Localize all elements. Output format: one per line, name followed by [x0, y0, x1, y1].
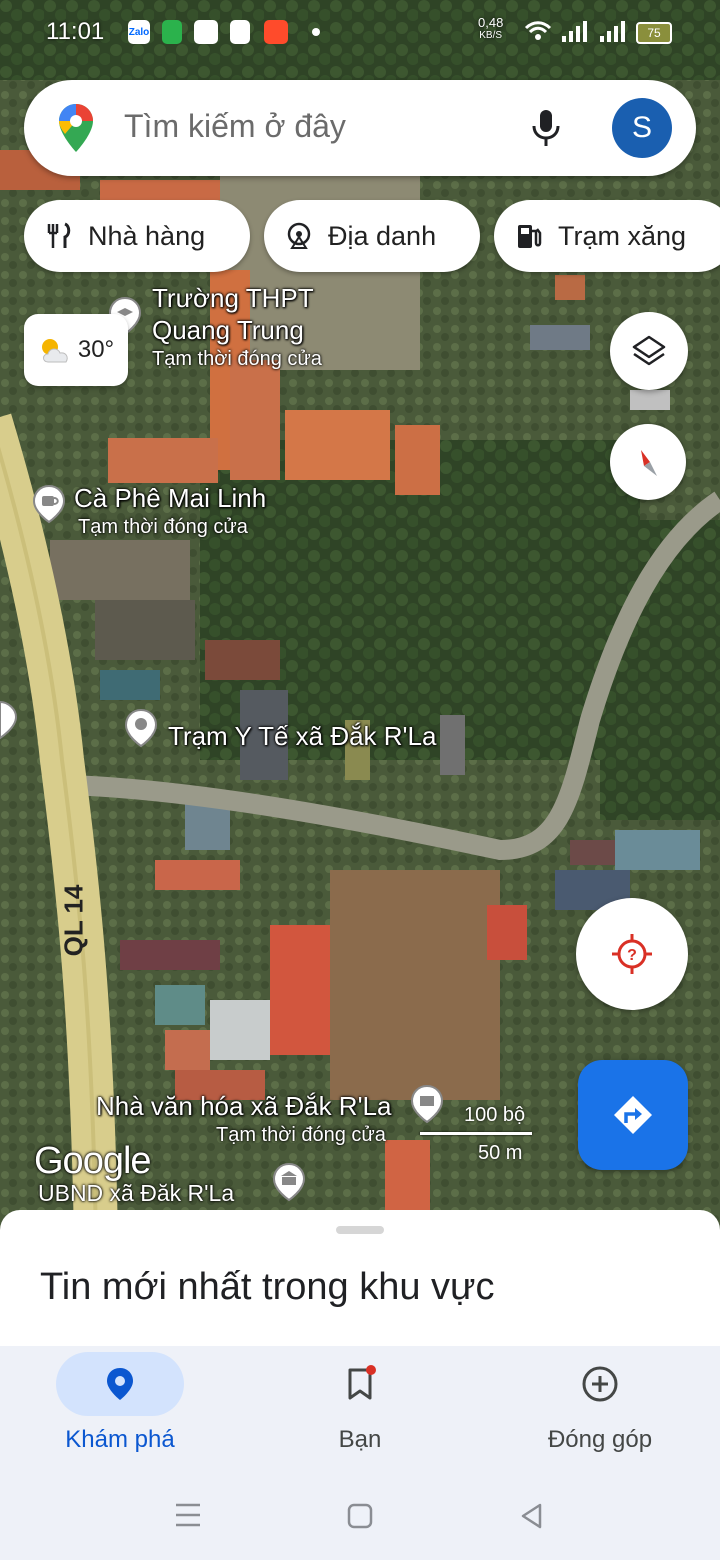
- system-navigation-bar: [0, 1466, 720, 1560]
- sheet-drag-handle[interactable]: [336, 1226, 384, 1234]
- chip-restaurants-label: Nhà hàng: [88, 220, 206, 251]
- google-logo: Google: [34, 1140, 152, 1182]
- scale-metric: 50 m: [478, 1142, 523, 1164]
- chip-restaurants[interactable]: Nhà hàng: [24, 200, 250, 272]
- search-bar[interactable]: Tìm kiếm ở đây S: [24, 80, 696, 176]
- signal-1-icon: [562, 21, 587, 42]
- restaurant-icon: [47, 222, 71, 248]
- compass-button[interactable]: [610, 424, 686, 500]
- more-notifications-dot: [312, 28, 320, 36]
- shopee-icon: [230, 20, 250, 44]
- chip-gas-stations[interactable]: Trạm xăng: [494, 200, 720, 272]
- map-view[interactable]: Trường THPT Quang Trung Tạm thời đóng cử…: [0, 0, 720, 1240]
- bookmark-icon: [348, 1365, 376, 1400]
- speed-value: 0,48: [478, 15, 504, 30]
- clinic-name[interactable]: Trạm Y Tế xã Đắk R'La: [168, 722, 436, 750]
- compass-icon: [641, 450, 657, 476]
- location-pin-icon: [107, 1368, 133, 1400]
- messages-icon: [162, 20, 182, 44]
- add-circle-icon: [582, 1366, 618, 1402]
- school-status: Tạm thời đóng cửa: [152, 348, 322, 370]
- layers-icon: [632, 335, 666, 366]
- status-time: 11:01: [46, 18, 105, 45]
- culture-house-name[interactable]: Nhà văn hóa xã Đắk R'La: [96, 1092, 391, 1120]
- notification-badge: [366, 1365, 376, 1375]
- recent-apps-icon[interactable]: [174, 1502, 202, 1528]
- my-location-icon: ?: [612, 934, 652, 974]
- scale-imperial: 100 bộ: [464, 1104, 526, 1126]
- nav-explore[interactable]: Khám phá: [20, 1346, 220, 1466]
- map-scale: 100 bộ 50 m: [420, 1104, 532, 1164]
- nav-you-pill: [296, 1352, 424, 1416]
- weather-temp: 30°: [77, 336, 115, 363]
- sheet-title: Tin mới nhất trong khu vực: [40, 1266, 495, 1308]
- nav-you-label: Bạn: [338, 1426, 382, 1453]
- speed-unit: KB/S: [479, 30, 503, 41]
- scale-bar: [420, 1132, 532, 1135]
- back-icon[interactable]: [518, 1502, 546, 1530]
- nav-contribute-pill: [536, 1352, 664, 1416]
- microphone-icon[interactable]: [524, 106, 568, 150]
- chip-landmarks-label: Địa danh: [328, 220, 437, 251]
- bottom-sheet[interactable]: Tin mới nhất trong khu vực: [0, 1210, 720, 1350]
- home-icon[interactable]: [346, 1502, 374, 1530]
- school-name-line2[interactable]: Quang Trung: [152, 316, 304, 344]
- network-4g-icon: [194, 20, 218, 44]
- landmark-icon: [287, 222, 311, 249]
- clinic-pin-icon[interactable]: [124, 708, 158, 748]
- weather-widget[interactable]: 30°: [24, 314, 128, 386]
- maps-logo-icon: [59, 104, 93, 152]
- svg-text:?: ?: [627, 947, 637, 964]
- opera-icon: [264, 20, 288, 44]
- cafe-pin-icon[interactable]: [32, 484, 66, 524]
- committee-pin-icon[interactable]: [272, 1162, 306, 1202]
- status-bar: 11:01 Zalo 0,48 KB/S 75: [0, 0, 720, 64]
- cafe-status: Tạm thời đóng cửa: [78, 516, 248, 538]
- search-input[interactable]: Tìm kiếm ở đây: [124, 108, 346, 145]
- network-speed: 0,48 KB/S: [478, 16, 503, 42]
- committee-name[interactable]: UBND xã Đăk R'La: [38, 1182, 234, 1205]
- nav-contribute-label: Đóng góp: [547, 1426, 653, 1453]
- chip-gas-stations-label: Trạm xăng: [558, 220, 687, 251]
- school-name-line1[interactable]: Trường THPT: [152, 284, 314, 312]
- bottom-navigation: Khám phá Bạn Đóng góp: [0, 1346, 720, 1466]
- layers-button[interactable]: [610, 312, 688, 390]
- satellite-imagery: [0, 0, 720, 1240]
- directions-button[interactable]: [578, 1060, 688, 1170]
- signal-2-icon: [600, 21, 625, 42]
- chip-landmarks[interactable]: Địa danh: [264, 200, 480, 272]
- gas-station-icon: [518, 225, 542, 248]
- nav-explore-label: Khám phá: [65, 1426, 175, 1453]
- zalo-icon: Zalo: [128, 20, 150, 44]
- culture-house-status: Tạm thời đóng cửa: [216, 1124, 386, 1146]
- wifi-icon: [524, 21, 552, 40]
- directions-icon: [614, 1096, 652, 1134]
- account-avatar[interactable]: S: [612, 98, 672, 158]
- nav-contribute[interactable]: Đóng góp: [500, 1346, 700, 1466]
- partly-cloudy-icon: [41, 339, 68, 363]
- my-location-button[interactable]: ?: [576, 898, 688, 1010]
- nav-explore-pill: [56, 1352, 184, 1416]
- battery-icon: 75: [636, 22, 672, 44]
- cafe-name[interactable]: Cà Phê Mai Linh: [74, 484, 266, 512]
- nav-you[interactable]: Bạn: [260, 1346, 460, 1466]
- offscreen-pin-icon[interactable]: [0, 700, 18, 740]
- road-label: QL 14: [58, 884, 89, 957]
